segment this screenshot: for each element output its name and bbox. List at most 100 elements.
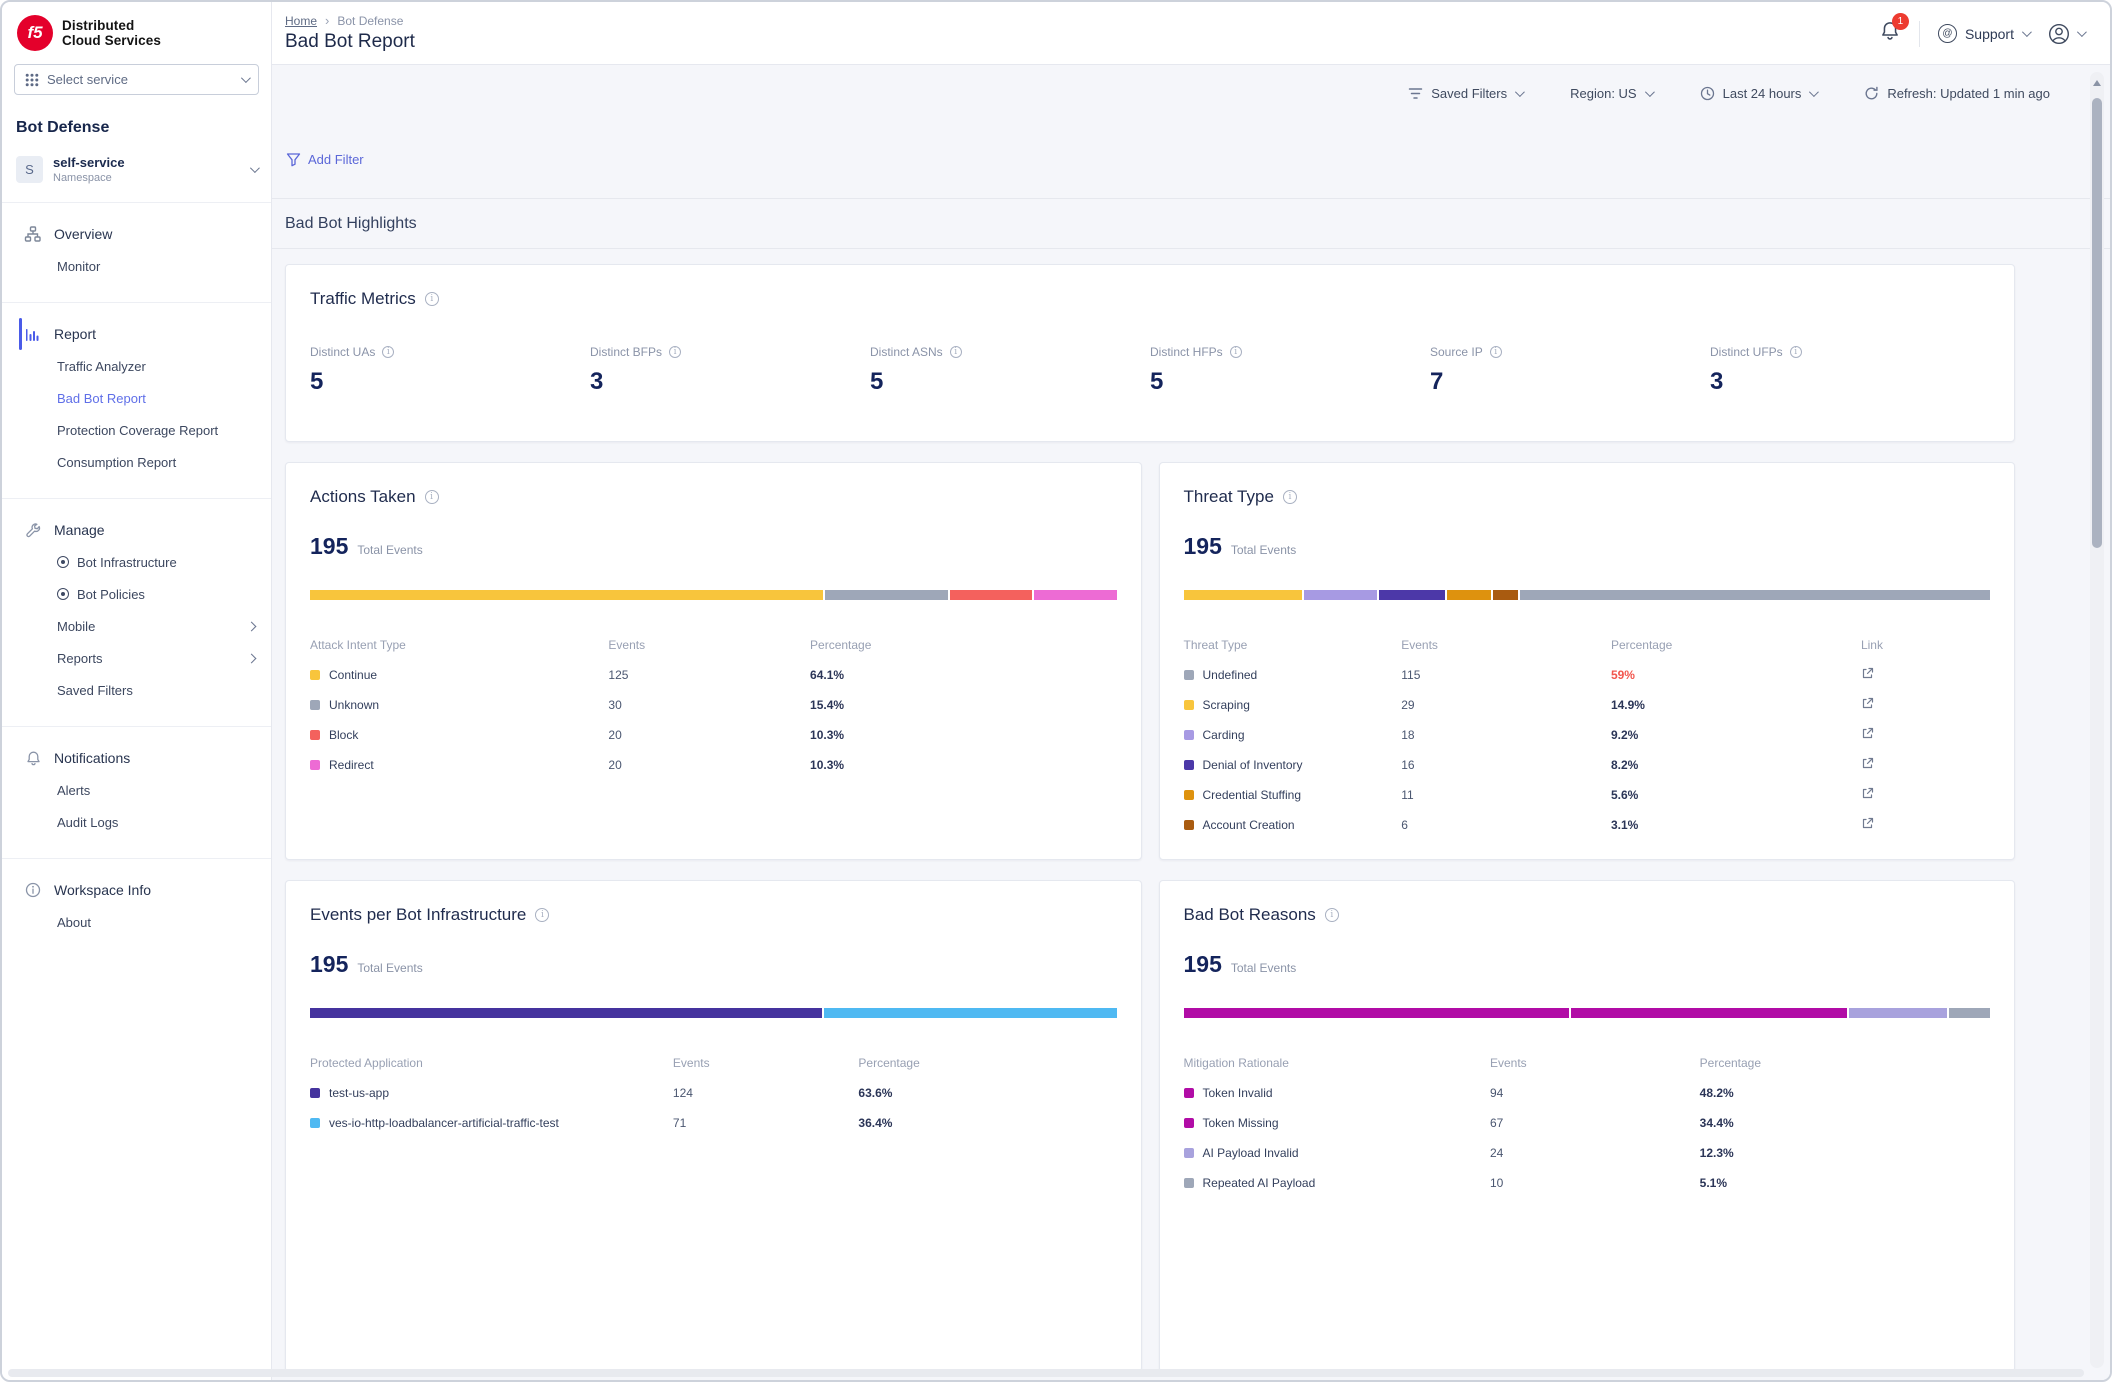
sidebar-item-manage[interactable]: Manage (2, 514, 271, 546)
row-label: Token Invalid (1203, 1086, 1273, 1100)
sidebar-item-about[interactable]: About (2, 906, 271, 938)
refresh-button[interactable]: Refresh: Updated 1 min ago (1864, 86, 2050, 101)
app-window: f5 Distributed Cloud Services Select ser… (0, 0, 2112, 1382)
sidebar-item-report[interactable]: Report (2, 318, 271, 350)
info-icon[interactable] (425, 490, 439, 504)
legend-swatch-icon (310, 760, 320, 770)
account-menu[interactable] (2047, 22, 2084, 46)
sidebar-item-bot-policies[interactable]: Bot Policies (2, 578, 271, 610)
info-icon[interactable] (535, 908, 549, 922)
scroll-up-arrow[interactable] (2093, 80, 2101, 86)
legend-swatch-icon (310, 700, 320, 710)
table-header: Threat Type Events Percentage Link (1184, 630, 1991, 660)
sidebar-item-consumption-report[interactable]: Consumption Report (2, 446, 271, 478)
bullseye-icon (57, 556, 69, 568)
add-filter-button[interactable]: Add Filter (286, 152, 364, 167)
metric-label: Distinct UFPs (1710, 345, 1783, 359)
nav-item-label: About (57, 915, 91, 930)
sidebar-item-protection-coverage-report[interactable]: Protection Coverage Report (2, 414, 271, 446)
column-header: Events (608, 638, 810, 652)
row-percentage: 10.3% (810, 728, 1116, 742)
sidebar-item-workspace-info[interactable]: Workspace Info (2, 874, 271, 906)
saved-filters-dropdown[interactable]: Saved Filters (1408, 86, 1522, 101)
info-icon[interactable] (425, 292, 439, 306)
traffic-metrics-grid: Distinct UAs 5 Distinct BFPs 3 Distinct … (310, 345, 1990, 396)
sidebar-item-bad-bot-report[interactable]: Bad Bot Report (2, 382, 271, 414)
brand-name: Distributed Cloud Services (62, 18, 161, 48)
metric-label: Distinct UAs (310, 345, 375, 359)
metric-label: Distinct ASNs (870, 345, 943, 359)
scrollbar-thumb[interactable] (2092, 98, 2102, 548)
external-link-icon[interactable] (1861, 727, 1874, 740)
legend-swatch-icon (1184, 1118, 1194, 1128)
info-icon[interactable] (1490, 346, 1502, 358)
sidebar-item-alerts[interactable]: Alerts (2, 774, 271, 806)
external-link-icon[interactable] (1861, 697, 1874, 710)
external-link-icon[interactable] (1861, 667, 1874, 680)
time-range-dropdown[interactable]: Last 24 hours (1700, 86, 1817, 101)
total-events-label: Total Events (1231, 961, 1296, 975)
card-title: Traffic Metrics (310, 289, 416, 309)
row-percentage: 3.1% (1611, 818, 1861, 832)
table-row: Repeated AI Payload105.1% (1184, 1168, 1991, 1198)
row-percentage: 9.2% (1611, 728, 1861, 742)
row-label-cell: Credential Stuffing (1184, 788, 1402, 802)
table-body: Token Invalid9448.2%Token Missing6734.4%… (1184, 1078, 1991, 1198)
row-label: Credential Stuffing (1203, 788, 1302, 802)
info-icon[interactable] (669, 346, 681, 358)
horizontal-scrollbar-track[interactable] (8, 1369, 2084, 1377)
row-link-cell (1861, 757, 1990, 773)
row-label: ves-io-http-loadbalancer-artificial-traf… (329, 1116, 559, 1130)
sidebar-item-audit-logs[interactable]: Audit Logs (2, 806, 271, 838)
info-icon[interactable] (950, 346, 962, 358)
select-service-dropdown[interactable]: Select service (14, 64, 259, 95)
sidebar-item-bot-infrastructure[interactable]: Bot Infrastructure (2, 546, 271, 578)
row-label-cell: Unknown (310, 698, 608, 712)
info-icon[interactable] (1283, 490, 1297, 504)
column-header: Threat Type (1184, 638, 1402, 652)
breadcrumb-home-link[interactable]: Home (285, 14, 317, 28)
row-events: 29 (1401, 698, 1611, 712)
info-icon[interactable] (382, 346, 394, 358)
row-percentage: 5.6% (1611, 788, 1861, 802)
metric-distinct-ufps: Distinct UFPs 3 (1710, 345, 1990, 396)
vertical-scrollbar[interactable] (2090, 72, 2104, 1368)
total-events-value: 195 (1184, 951, 1222, 978)
namespace-selector[interactable]: S self-service Namespace (2, 149, 271, 202)
info-icon[interactable] (1230, 346, 1242, 358)
breadcrumb-separator-icon (325, 13, 329, 28)
legend-swatch-icon (1184, 790, 1194, 800)
bar-segment (950, 590, 1032, 600)
info-icon[interactable] (1790, 346, 1802, 358)
external-link-icon[interactable] (1861, 817, 1874, 830)
sidebar-item-reports[interactable]: Reports (2, 642, 271, 674)
filter-lines-icon (1408, 87, 1423, 100)
sidebar-item-traffic-analyzer[interactable]: Traffic Analyzer (2, 350, 271, 382)
row-percentage: 14.9% (1611, 698, 1861, 712)
column-header: Percentage (1700, 1056, 1990, 1070)
sidebar-item-overview[interactable]: Overview (2, 218, 271, 250)
row-events: 18 (1401, 728, 1611, 742)
region-dropdown[interactable]: Region: US (1570, 86, 1651, 101)
external-link-icon[interactable] (1861, 757, 1874, 770)
sidebar-item-monitor[interactable]: Monitor (2, 250, 271, 282)
sidebar-item-notifications[interactable]: Notifications (2, 742, 271, 774)
nav-group-label: Overview (54, 226, 112, 242)
stacked-bar (310, 590, 1117, 600)
row-label-cell: Carding (1184, 728, 1402, 742)
add-filter-label: Add Filter (308, 152, 364, 167)
table-body: Undefined11559%Scraping2914.9%Carding189… (1184, 660, 1991, 840)
row-percentage: 8.2% (1611, 758, 1861, 772)
row-label-cell: Repeated AI Payload (1184, 1176, 1490, 1190)
sidebar-item-mobile[interactable]: Mobile (2, 610, 271, 642)
nav-item-label: Alerts (57, 783, 90, 798)
info-icon[interactable] (1325, 908, 1339, 922)
nav-group-notifications: Notifications Alerts Audit Logs (2, 726, 271, 858)
funnel-icon (286, 152, 301, 167)
time-range-label: Last 24 hours (1723, 86, 1802, 101)
support-menu[interactable]: Support (1938, 24, 2029, 43)
bar-segment (1304, 590, 1377, 600)
external-link-icon[interactable] (1861, 787, 1874, 800)
sidebar-item-saved-filters[interactable]: Saved Filters (2, 674, 271, 706)
notifications-bell-button[interactable]: 1 (1879, 20, 1901, 47)
